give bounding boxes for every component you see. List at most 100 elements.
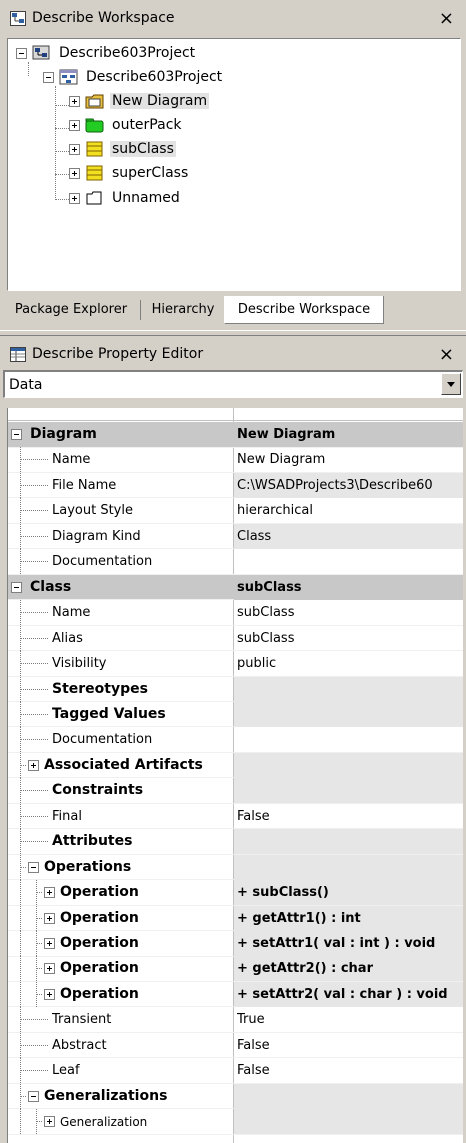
property-value-cell[interactable] bbox=[234, 549, 463, 574]
property-value-cell[interactable] bbox=[234, 676, 463, 702]
property-value-cell[interactable]: False bbox=[234, 1033, 463, 1058]
property-row[interactable]: Transient True bbox=[8, 1007, 463, 1033]
property-value-cell[interactable]: subClass bbox=[234, 574, 463, 600]
property-row[interactable]: File Name C:\WSADProjects3\Describe60 bbox=[8, 472, 463, 499]
property-row[interactable]: Operation + getAttr2() : char bbox=[8, 956, 463, 982]
property-row[interactable]: Tagged Values bbox=[8, 701, 463, 728]
property-row[interactable]: Alias subClass bbox=[8, 625, 463, 652]
collapse-icon[interactable] bbox=[16, 47, 27, 59]
collapse-icon[interactable] bbox=[11, 581, 22, 593]
property-value-cell[interactable] bbox=[234, 829, 463, 855]
property-row[interactable]: Operations bbox=[8, 854, 463, 881]
collapse-icon[interactable] bbox=[11, 429, 22, 440]
property-row[interactable]: Diagram Kind Class bbox=[8, 523, 463, 550]
property-value-cell[interactable]: True bbox=[234, 1007, 463, 1032]
tree-item-superclass[interactable]: superClass bbox=[69, 162, 190, 184]
property-row[interactable]: Visibility public bbox=[8, 651, 463, 677]
property-value-cell[interactable]: Class bbox=[234, 523, 463, 549]
expand-icon[interactable] bbox=[44, 988, 55, 1000]
tree-item-project[interactable]: Describe603Project bbox=[16, 42, 197, 64]
property-value-cell[interactable]: New Diagram bbox=[234, 422, 463, 447]
expand-icon[interactable] bbox=[69, 143, 80, 155]
property-value-cell[interactable]: + getAttr2() : char bbox=[234, 956, 463, 982]
expand-icon[interactable] bbox=[69, 119, 80, 131]
tree-item-unnamed[interactable]: Unnamed bbox=[69, 187, 182, 209]
property-value-cell[interactable]: False bbox=[234, 1058, 463, 1083]
property-row[interactable]: Operation + setAttr2( val : char ) : void bbox=[8, 981, 463, 1008]
expand-icon[interactable] bbox=[44, 938, 55, 949]
property-row[interactable]: Layout Style hierarchical bbox=[8, 498, 463, 524]
property-value-cell[interactable] bbox=[234, 752, 463, 778]
property-value-cell[interactable] bbox=[234, 1083, 463, 1109]
property-row[interactable]: Operation + getAttr1() : int bbox=[8, 905, 463, 932]
property-name-cell: Transient bbox=[8, 1007, 233, 1033]
property-row[interactable]: Constraints bbox=[8, 778, 463, 804]
expand-icon[interactable] bbox=[44, 887, 55, 899]
property-row[interactable]: Documentation bbox=[8, 549, 463, 575]
tree-item-new-diagram[interactable]: New Diagram bbox=[69, 90, 210, 112]
property-row[interactable]: Associated Artifacts bbox=[8, 752, 463, 779]
property-label: Documentation bbox=[52, 554, 153, 570]
workspace-close-button[interactable]: × bbox=[439, 8, 454, 29]
property-row[interactable]: Stereotypes bbox=[8, 676, 463, 702]
expand-icon[interactable] bbox=[28, 759, 39, 771]
chevron-down-icon[interactable] bbox=[441, 373, 461, 395]
expand-icon[interactable] bbox=[69, 95, 80, 107]
tree-connector bbox=[20, 1070, 48, 1072]
property-name-cell: Generalizations bbox=[8, 1083, 233, 1109]
property-value-cell[interactable]: + subClass() bbox=[234, 880, 463, 906]
property-row[interactable]: Operation + subClass() bbox=[8, 880, 463, 906]
workspace-icon bbox=[10, 11, 26, 26]
property-value-cell[interactable]: False bbox=[234, 804, 463, 829]
property-row[interactable]: Documentation bbox=[8, 727, 463, 753]
property-row[interactable]: Name New Diagram bbox=[8, 447, 463, 473]
property-value: False bbox=[237, 1037, 270, 1053]
property-value-cell[interactable] bbox=[234, 727, 463, 752]
tab-package-explorer[interactable]: Package Explorer bbox=[6, 296, 136, 324]
tree-item-outerpack[interactable]: outerPack bbox=[69, 114, 184, 136]
property-value: New Diagram bbox=[237, 427, 336, 442]
property-value-cell[interactable]: + setAttr2( val : char ) : void bbox=[234, 981, 463, 1007]
tab-hierarchy[interactable]: Hierarchy bbox=[144, 296, 222, 324]
property-row[interactable]: Name subClass bbox=[8, 600, 463, 626]
property-row[interactable]: Generalizations bbox=[8, 1083, 463, 1110]
property-row[interactable]: Generalization bbox=[8, 1109, 463, 1135]
property-value-cell[interactable] bbox=[234, 854, 463, 880]
tree-item-subclass[interactable]: subClass bbox=[69, 138, 176, 160]
expand-icon[interactable] bbox=[69, 192, 80, 204]
property-category-row[interactable]: Class subClass bbox=[8, 574, 463, 601]
property-row[interactable]: Abstract False bbox=[8, 1032, 463, 1059]
property-row[interactable]: Operation + setAttr1( val : int ) : void bbox=[8, 931, 463, 957]
property-value-cell[interactable]: + setAttr1( val : int ) : void bbox=[234, 931, 463, 956]
collapse-icon[interactable] bbox=[28, 861, 39, 873]
property-value-cell[interactable]: subClass bbox=[234, 600, 463, 625]
property-value-cell[interactable]: subClass bbox=[234, 626, 463, 651]
expand-icon[interactable] bbox=[44, 912, 55, 924]
view-select[interactable]: Data bbox=[3, 370, 463, 398]
property-name-cell: Operation bbox=[8, 956, 233, 982]
property-value-cell[interactable] bbox=[234, 701, 463, 727]
property-value-cell[interactable]: hierarchical bbox=[234, 498, 463, 523]
expand-icon[interactable] bbox=[69, 167, 80, 179]
expand-icon[interactable] bbox=[44, 963, 55, 975]
property-value-cell[interactable]: public bbox=[234, 651, 463, 676]
property-row[interactable]: Leaf False bbox=[8, 1058, 463, 1084]
property-row[interactable]: Attributes bbox=[8, 829, 463, 855]
property-value-cell[interactable]: New Diagram bbox=[234, 447, 463, 472]
view-select-value: Data bbox=[9, 377, 43, 393]
property-value-cell[interactable]: + getAttr1() : int bbox=[234, 905, 463, 931]
expand-icon[interactable] bbox=[44, 1116, 55, 1128]
property-name-cell: Constraints bbox=[8, 778, 233, 804]
property-value-cell[interactable] bbox=[234, 778, 463, 804]
property-label: Name bbox=[52, 605, 91, 621]
collapse-icon[interactable] bbox=[43, 71, 54, 83]
tree-item-model[interactable]: Describe603Project bbox=[43, 66, 224, 88]
property-category-row[interactable]: Diagram New Diagram bbox=[8, 422, 463, 448]
property-value-cell[interactable] bbox=[234, 1109, 463, 1135]
property-editor-close-button[interactable]: × bbox=[439, 344, 454, 365]
property-row[interactable]: Final False bbox=[8, 803, 463, 830]
tab-describe-workspace[interactable]: Describe Workspace bbox=[224, 296, 384, 324]
collapse-icon[interactable] bbox=[28, 1090, 39, 1102]
property-value-cell[interactable]: C:\WSADProjects3\Describe60 bbox=[234, 472, 463, 498]
class-icon bbox=[85, 165, 105, 181]
